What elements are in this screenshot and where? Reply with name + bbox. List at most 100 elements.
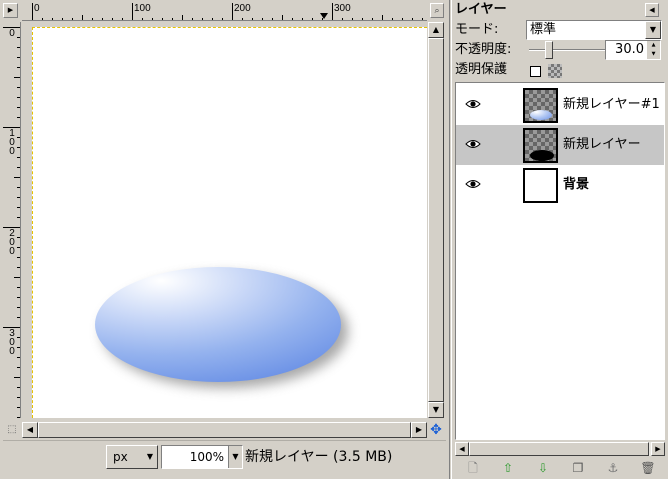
ruler-tick [52, 18, 53, 20]
gradient-ellipse [95, 267, 341, 382]
canvas-area[interactable] [22, 22, 427, 418]
ruler-tick [272, 18, 273, 20]
scroll-right-button[interactable]: ▶ [411, 422, 427, 438]
ruler-tick [17, 407, 20, 408]
layer-thumbnail [523, 88, 558, 123]
layer-list-scroll-thumb[interactable] [469, 442, 649, 456]
ruler-tick [152, 18, 153, 20]
status-bar: px ▼ 100% ▼ 新規レイヤー (3.5 MB) [3, 440, 446, 476]
navigate-icon[interactable]: ✥ [428, 422, 444, 438]
ruler-tick [262, 18, 263, 20]
ruler-tick [17, 367, 20, 368]
eye-icon[interactable] [465, 138, 481, 150]
anchor-layer-icon[interactable]: ⚓ [604, 460, 622, 476]
layer-list-scrollbar[interactable]: ◀ ▶ [455, 442, 665, 456]
layer-name[interactable]: 新規レイヤー#1 [563, 96, 660, 114]
unit-select[interactable]: px ▼ [106, 445, 158, 469]
ruler-tick [17, 217, 20, 218]
ruler-tick [352, 18, 353, 20]
ruler-tick [362, 18, 363, 20]
ruler-tick [182, 15, 183, 20]
vertical-ruler[interactable]: 0 100 200 300 [3, 22, 21, 418]
ruler-tick [242, 18, 243, 20]
ruler-tick [17, 37, 20, 38]
ruler-tick [132, 3, 133, 20]
dock-menu-button[interactable]: ◀ [645, 3, 659, 17]
ruler-tick [172, 18, 173, 20]
image-menu-button[interactable]: ▶ [3, 3, 18, 18]
opacity-spinbox[interactable]: 30.0 ▲ ▼ [605, 40, 661, 60]
ruler-tick [17, 257, 20, 258]
ruler-tick [162, 18, 163, 20]
vertical-scroll-thumb[interactable] [428, 38, 444, 402]
quick-mask-icon[interactable]: ⬚ [3, 422, 21, 438]
ruler-tick [17, 337, 20, 338]
layer-name[interactable]: 背景 [563, 176, 589, 194]
layer-row-3[interactable]: 背景 [456, 165, 664, 205]
ruler-tick [17, 417, 20, 418]
layer-list[interactable]: 新規レイヤー#1 新規レイヤー 背景 [455, 82, 665, 440]
horizontal-scroll-thumb[interactable] [38, 422, 411, 438]
duplicate-layer-icon[interactable]: ❐ [569, 460, 587, 476]
ruler-tick [292, 18, 293, 20]
ruler-tick [112, 18, 113, 20]
ruler-label: 300 [334, 3, 351, 14]
ruler-tick [17, 307, 20, 308]
spin-arrows-icon[interactable]: ▲ ▼ [647, 41, 660, 59]
ruler-tick [17, 157, 20, 158]
ruler-tick [232, 3, 233, 20]
zoom-select[interactable]: 100% ▼ [161, 445, 243, 469]
ruler-tick [342, 18, 343, 20]
ruler-tick [17, 167, 20, 168]
scroll-right-button[interactable]: ▶ [651, 442, 665, 456]
ruler-tick [212, 18, 213, 20]
opacity-slider-handle[interactable] [545, 41, 553, 59]
delete-layer-icon[interactable]: 🗑 [639, 460, 657, 476]
checkerboard-icon [548, 64, 562, 78]
ruler-tick [17, 137, 20, 138]
ruler-tick [17, 317, 20, 318]
vertical-scrollbar[interactable]: ▲ ▼ [428, 22, 444, 418]
dock-title: レイヤー [455, 2, 507, 17]
layer-thumbnail [523, 168, 558, 203]
ruler-tick [202, 18, 203, 20]
zoom-fit-icon[interactable]: ⌕ [430, 3, 444, 18]
lower-layer-icon[interactable]: ⇩ [534, 460, 552, 476]
lock-alpha-checkbox[interactable] [530, 66, 541, 77]
chevron-down-icon[interactable]: ▼ [228, 446, 242, 468]
opacity-slider[interactable] [529, 49, 605, 51]
mode-select[interactable]: 標準 ▼ [526, 20, 662, 40]
image-window: ▶ 0 100 200 300 ⌕ 0 100 200 300 ▲ ▼ ⬚ ◀ ▶ ✥ px… [0, 0, 449, 479]
status-message: 新規レイヤー (3.5 MB) [245, 449, 393, 465]
scroll-left-button[interactable]: ◀ [455, 442, 469, 456]
layer-row-1[interactable]: 新規レイヤー#1 [456, 85, 664, 125]
new-layer-icon[interactable]: 🗋 [464, 460, 482, 476]
unit-value: px [113, 450, 128, 464]
opacity-value: 30.0 [615, 42, 644, 57]
scroll-left-button[interactable]: ◀ [22, 422, 38, 438]
layer-row-2[interactable]: 新規レイヤー [456, 125, 664, 165]
mode-value: 標準 [530, 22, 557, 37]
ruler-tick [412, 18, 413, 20]
ruler-tick [14, 377, 20, 378]
canvas-boundary-top [32, 27, 427, 28]
layer-name[interactable]: 新規レイヤー [563, 136, 641, 154]
ruler-tick [14, 177, 20, 178]
scroll-down-button[interactable]: ▼ [428, 402, 444, 418]
raise-layer-icon[interactable]: ⇧ [499, 460, 517, 476]
ruler-label: 100 [9, 128, 15, 157]
ruler-label: 200 [9, 228, 15, 257]
ruler-tick [17, 107, 20, 108]
ruler-tick [17, 117, 20, 118]
horizontal-scrollbar[interactable]: ◀ ▶ [22, 422, 427, 438]
eye-icon[interactable] [465, 98, 481, 110]
layer-button-bar: 🗋 ⇧ ⇩ ❐ ⚓ 🗑 [455, 458, 665, 478]
ruler-label: 100 [134, 3, 151, 14]
ruler-tick [252, 18, 253, 20]
scroll-up-button[interactable]: ▲ [428, 22, 444, 38]
ruler-tick [322, 18, 323, 20]
eye-icon[interactable] [465, 178, 481, 190]
ruler-tick [17, 187, 20, 188]
horizontal-ruler[interactable]: 0 100 200 300 [22, 3, 427, 21]
ruler-tick [17, 357, 20, 358]
